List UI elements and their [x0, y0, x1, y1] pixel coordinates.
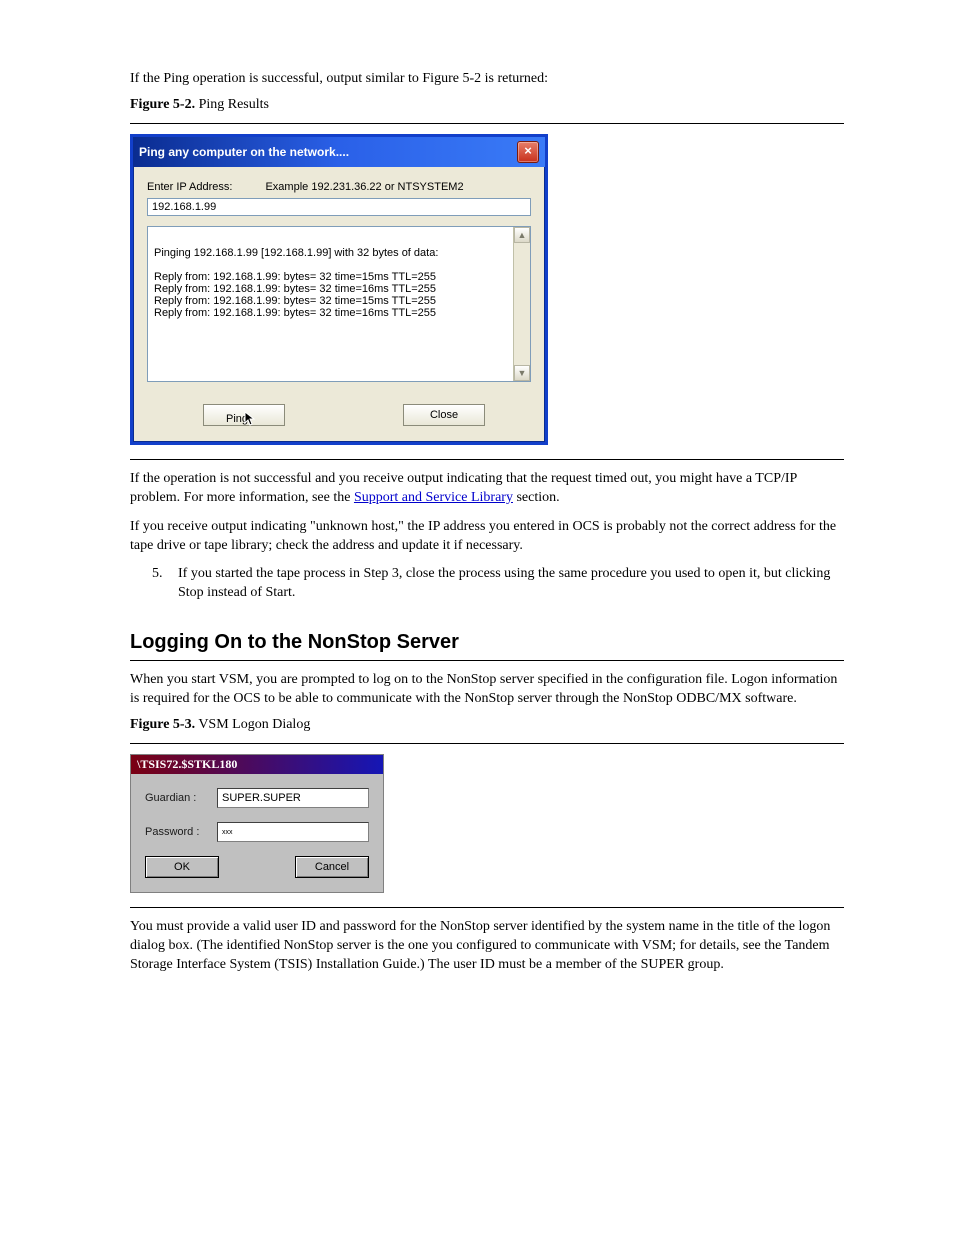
ping-titlebar: Ping any computer on the network.... × [133, 137, 545, 167]
figure-3-caption: Figure 5-3. VSM Logon Dialog [130, 717, 844, 733]
ip-example-text: Example 192.231.36.22 or NTSYSTEM2 [265, 181, 463, 193]
logon-titlebar: \TSIS72.$STKL180 [131, 755, 383, 774]
ping-label-row: Enter IP Address: Example 192.231.36.22 … [147, 181, 531, 193]
logon-paragraph-2: You must provide a valid user ID and pas… [130, 918, 844, 975]
divider [130, 743, 844, 744]
scrollbar[interactable]: ▲ ▼ [513, 227, 530, 381]
ping-window-title: Ping any computer on the network.... [139, 145, 349, 159]
scroll-down-icon[interactable]: ▼ [514, 365, 530, 381]
figure-2-caption-bold: Figure 5-2. [130, 97, 195, 112]
figure-2-caption: Figure 5-2. Ping Results [130, 97, 844, 113]
logon-dialog: \TSIS72.$STKL180 Guardian : Password : O… [130, 754, 384, 893]
ping-button[interactable]: Ping [203, 404, 285, 426]
cursor-icon [244, 411, 258, 427]
post-ping-paragraph-2: If you receive output indicating "unknow… [130, 518, 844, 556]
figure-3-caption-text: VSM Logon Dialog [195, 717, 310, 732]
divider [130, 123, 844, 124]
scroll-up-icon[interactable]: ▲ [514, 227, 530, 243]
logon-heading: Logging On to the NonStop Server [130, 631, 844, 654]
password-label: Password : [145, 826, 217, 838]
post-ping-paragraph-1: If the operation is not successful and y… [130, 470, 844, 508]
intro-paragraph: If the Ping operation is successful, out… [130, 70, 844, 89]
logon-intro-paragraph: When you start VSM, you are prompted to … [130, 671, 844, 709]
ip-address-input[interactable] [147, 198, 531, 216]
cancel-button[interactable]: Cancel [295, 856, 369, 878]
guardian-input[interactable] [217, 788, 369, 808]
ok-button[interactable]: OK [145, 856, 219, 878]
step-5-number: 5. [152, 565, 168, 603]
figure-2-caption-text: Ping Results [195, 97, 269, 112]
guardian-label: Guardian : [145, 792, 217, 804]
divider [130, 907, 844, 908]
divider [130, 459, 844, 460]
ping-output-area: Pinging 192.168.1.99 [192.168.1.99] with… [147, 226, 531, 382]
ping-output-text: Pinging 192.168.1.99 [192.168.1.99] with… [148, 227, 513, 381]
close-icon[interactable]: × [517, 141, 539, 163]
enter-ip-label: Enter IP Address: [147, 181, 232, 193]
figure-3-caption-bold: Figure 5-3. [130, 717, 195, 732]
password-input[interactable] [217, 822, 369, 842]
support-link[interactable]: Support and Service Library [354, 490, 513, 505]
close-button[interactable]: Close [403, 404, 485, 426]
divider [130, 660, 844, 661]
ping-dialog: Ping any computer on the network.... × E… [130, 134, 548, 445]
step-5: 5. If you started the tape process in St… [152, 565, 844, 603]
step-5-text: If you started the tape process in Step … [178, 565, 844, 603]
